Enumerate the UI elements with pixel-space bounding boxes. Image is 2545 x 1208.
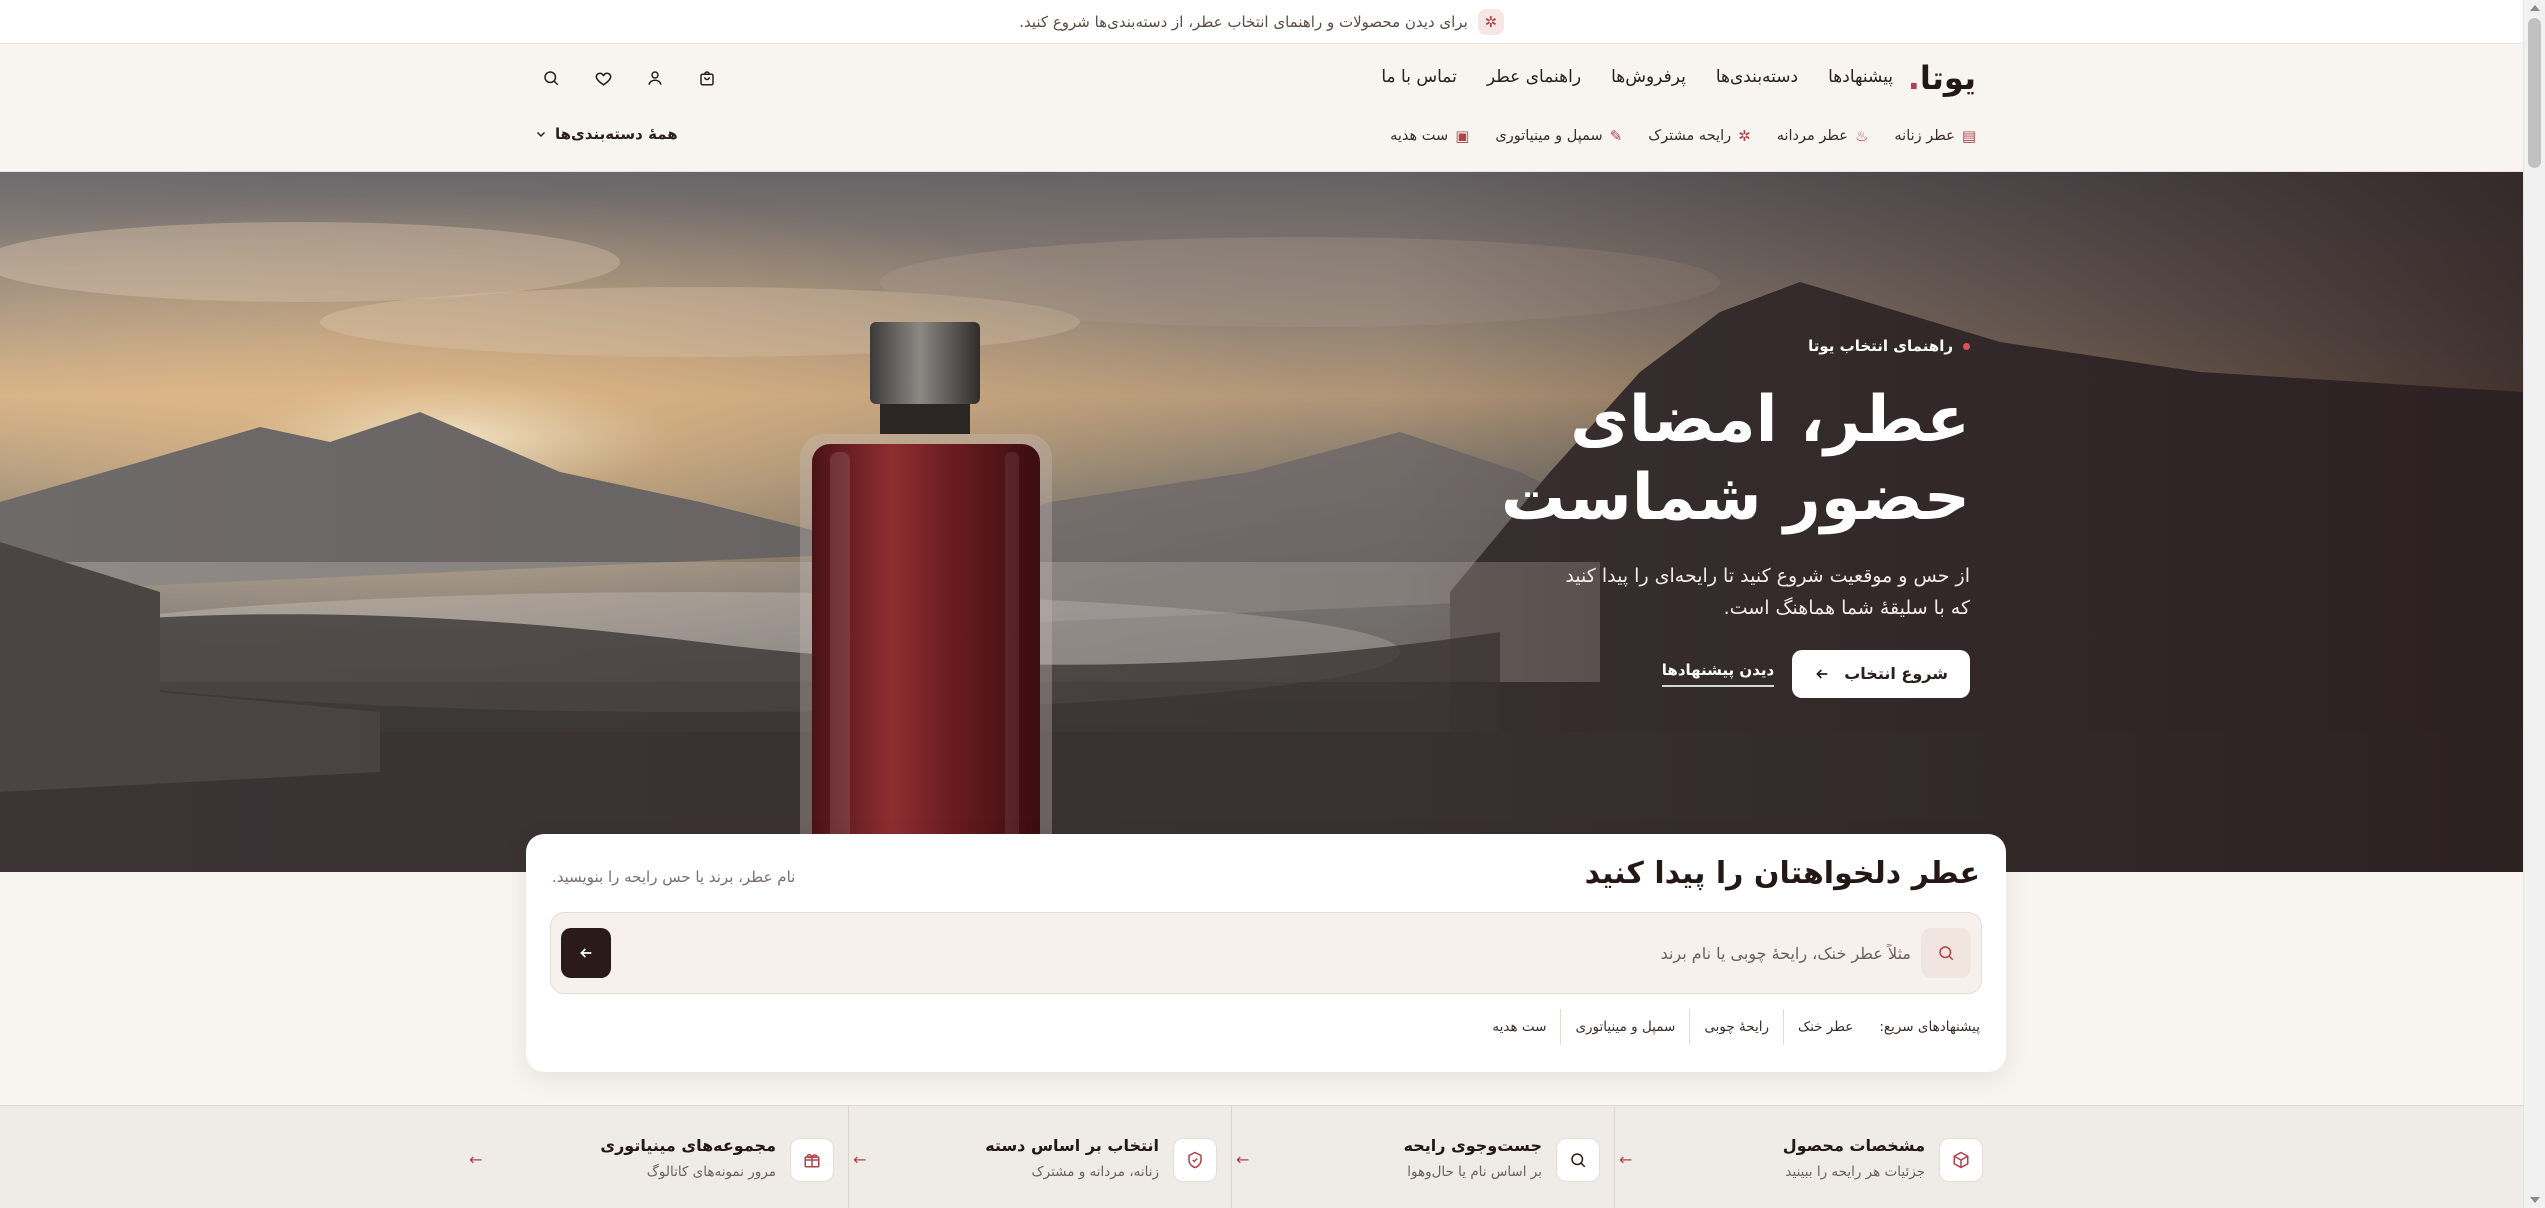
- dropper-icon: ✎: [1609, 127, 1623, 145]
- search-hint: نام عطر، برند یا حس رایحه را بنویسید.: [552, 868, 796, 886]
- logo-dot: .: [1907, 59, 1921, 97]
- feature-scent-search[interactable]: جست‌وجوی رایحه بر اساس نام یا حال‌وهوا ←: [1231, 1106, 1614, 1208]
- quick-chip-cool[interactable]: عطر خنک: [1782, 1009, 1867, 1045]
- search-box: [550, 912, 1982, 994]
- hero-eyebrow: راهنمای انتخاب یوتا: [1350, 337, 1970, 355]
- scrollbar-thumb[interactable]: [2528, 18, 2541, 168]
- site-header: یوتا. پیشنهادها دسته‌بندی‌ها پرفروش‌ها ر…: [0, 45, 2523, 172]
- hero-actions: شروع انتخاب دیدن پیشنهادها: [1350, 649, 1970, 698]
- category-label: عطر زنانه: [1894, 128, 1955, 144]
- start-selection-button[interactable]: شروع انتخاب: [1792, 649, 1970, 698]
- search-icon: [1921, 928, 1971, 978]
- hero-title: عطر، امضای حضور شماست: [1350, 381, 1970, 537]
- arrow-left-icon[interactable]: ←: [853, 1150, 866, 1169]
- feature-desc: زنانه، مردانه و مشترک: [1031, 1164, 1159, 1180]
- hero-eyebrow-text: راهنمای انتخاب یوتا: [1808, 337, 1953, 355]
- feature-category-select[interactable]: انتخاب بر اساس دسته زنانه، مردانه و مشتر…: [848, 1106, 1231, 1208]
- shield-icon: [1173, 1138, 1217, 1182]
- feature-title: جست‌وجوی رایحه: [1403, 1136, 1542, 1155]
- feature-desc: بر اساس نام یا حال‌وهوا: [1407, 1164, 1542, 1180]
- category-samples[interactable]: ✎ سمپل و مینیاتوری: [1495, 127, 1622, 145]
- page-scrollbar[interactable]: [2523, 0, 2545, 1208]
- feature-desc: مرور نمونه‌های کاتالوگ: [646, 1164, 776, 1180]
- quick-chip-gift-set[interactable]: ست هدیه: [1478, 1009, 1560, 1045]
- search-submit-button[interactable]: [561, 928, 611, 978]
- category-nav: ▤ عطر زنانه ♨ عطر مردانه ✲ رایحه مشترک ✎ سمپ…: [1390, 127, 1976, 145]
- flame-icon: ♨: [1854, 127, 1869, 145]
- category-gift-set[interactable]: ▣ ست هدیه: [1390, 127, 1469, 145]
- search-input[interactable]: [811, 933, 1911, 973]
- quick-label: پیشنهادهای سریع:: [1879, 1019, 1980, 1035]
- search-card: عطر دلخواهتان را پیدا کنید نام عطر، برند…: [526, 834, 2006, 1072]
- gift-icon: [790, 1138, 834, 1182]
- category-unisex[interactable]: ✲ رایحه مشترک: [1648, 127, 1750, 145]
- arrow-left-icon[interactable]: ←: [1236, 1150, 1249, 1169]
- nav-item-contact[interactable]: تماس با ما: [1381, 67, 1457, 87]
- search-icon[interactable]: [540, 67, 562, 89]
- scroll-up-icon[interactable]: [2530, 5, 2540, 11]
- dot-icon: [1963, 342, 1970, 350]
- hero-title-line2: حضور شماست: [1501, 461, 1970, 536]
- sparkle-icon: ✲: [1738, 127, 1751, 145]
- sparkle-icon: ✲: [1477, 8, 1504, 35]
- feature-miniature-collections[interactable]: مجموعه‌های مینیاتوری مرور نمونه‌های کاتا…: [465, 1106, 848, 1208]
- quick-chip-woody[interactable]: رایحهٔ چوبی: [1689, 1009, 1783, 1045]
- category-label: سمپل و مینیاتوری: [1495, 128, 1603, 144]
- hero-banner: راهنمای انتخاب یوتا عطر، امضای حضور شماس…: [0, 172, 2523, 872]
- category-mens[interactable]: ♨ عطر مردانه: [1777, 127, 1869, 145]
- bottle-icon: ▤: [1961, 127, 1976, 145]
- bag-icon[interactable]: [696, 67, 718, 89]
- category-label: عطر مردانه: [1776, 128, 1848, 144]
- heart-icon[interactable]: [592, 67, 614, 89]
- announcement-text: برای دیدن محصولات و راهنمای انتخاب عطر، …: [1019, 12, 1468, 31]
- search-title: عطر دلخواهتان را پیدا کنید: [1584, 856, 1980, 891]
- all-categories-dropdown[interactable]: همهٔ دسته‌بندی‌ها: [535, 125, 678, 143]
- nav-item-categories[interactable]: دسته‌بندی‌ها: [1716, 67, 1798, 87]
- feature-title: انتخاب بر اساس دسته: [985, 1136, 1159, 1155]
- quick-chip-samples[interactable]: سمپل و مینیاتوری: [1560, 1009, 1689, 1045]
- hero-subtitle: از حس و موقعیت شروع کنید تا رایحه‌ای را …: [1565, 565, 1970, 619]
- hero-content: راهنمای انتخاب یوتا عطر، امضای حضور شماس…: [1350, 337, 1970, 698]
- logo-text: یوتا: [1919, 59, 1977, 97]
- feature-title: مجموعه‌های مینیاتوری: [600, 1136, 776, 1155]
- nav-item-offers[interactable]: پیشنهادها: [1828, 67, 1893, 87]
- gift-icon: ▣: [1455, 127, 1470, 145]
- site-logo[interactable]: یوتا.: [1907, 59, 1977, 97]
- arrow-left-icon[interactable]: ←: [469, 1150, 482, 1169]
- chevron-down-icon: [536, 131, 546, 138]
- main-nav: پیشنهادها دسته‌بندی‌ها پرفروش‌ها راهنمای…: [1381, 67, 1893, 87]
- view-offers-link[interactable]: دیدن پیشنهادها: [1661, 661, 1775, 687]
- category-womens[interactable]: ▤ عطر زنانه: [1894, 127, 1976, 145]
- feature-product-specs[interactable]: مشخصات محصول جزئیات هر رایحه را ببینید ←: [1614, 1106, 1997, 1208]
- hero-title-line1: عطر، امضای: [1570, 383, 1970, 457]
- scroll-down-icon[interactable]: [2530, 1197, 2540, 1203]
- feature-desc: جزئیات هر رایحه را ببینید: [1785, 1164, 1925, 1180]
- nav-item-guide[interactable]: راهنمای عطر: [1487, 67, 1581, 87]
- search-icon: [1556, 1138, 1600, 1182]
- box-icon: [1939, 1138, 1983, 1182]
- arrow-left-icon: [580, 948, 592, 958]
- nav-item-bestsellers[interactable]: پرفروش‌ها: [1611, 67, 1686, 87]
- arrow-left-icon[interactable]: ←: [1619, 1150, 1632, 1169]
- quick-suggestions: پیشنهادهای سریع: عطر خنک رایحهٔ چوبی سمپ…: [1478, 1009, 1980, 1045]
- all-categories-label: همهٔ دسته‌بندی‌ها: [555, 125, 678, 143]
- arrow-left-icon: [1816, 669, 1828, 679]
- category-label: ست هدیه: [1390, 128, 1449, 144]
- user-icon[interactable]: [644, 67, 666, 89]
- announcement-bar: ✲ برای دیدن محصولات و راهنمای انتخاب عطر…: [0, 0, 2523, 44]
- features-strip: مشخصات محصول جزئیات هر رایحه را ببینید ←…: [0, 1105, 2523, 1208]
- header-icons: [540, 67, 718, 89]
- hero-background-image: [0, 172, 2523, 872]
- feature-title: مشخصات محصول: [1782, 1136, 1925, 1155]
- start-selection-label: شروع انتخاب: [1844, 664, 1948, 684]
- category-label: رایحه مشترک: [1648, 128, 1732, 144]
